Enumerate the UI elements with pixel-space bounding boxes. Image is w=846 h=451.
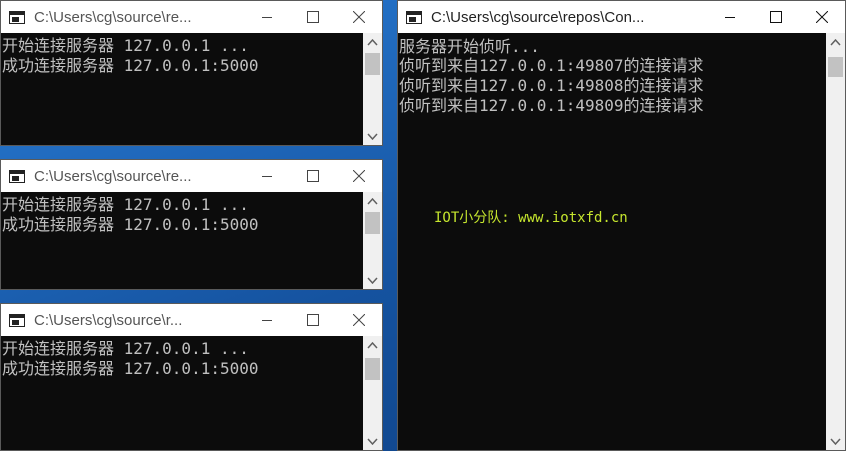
console-line: 侦听到来自127.0.0.1:49808的连接请求 xyxy=(399,76,704,95)
window-title: C:\Users\cg\source\repos\Con... xyxy=(431,8,645,26)
vertical-scrollbar[interactable] xyxy=(363,336,382,450)
vertical-scrollbar[interactable] xyxy=(363,192,382,289)
scrollbar-thumb[interactable] xyxy=(828,57,843,77)
chevron-up-icon xyxy=(830,38,841,46)
maximize-button[interactable] xyxy=(290,304,336,336)
minimize-icon xyxy=(262,320,272,321)
vertical-scrollbar[interactable] xyxy=(363,33,382,145)
title-bar[interactable]: C:\Users\cg\source\re... xyxy=(1,160,382,192)
maximize-icon xyxy=(307,11,319,23)
minimize-icon xyxy=(262,176,272,177)
scroll-down-button[interactable] xyxy=(363,127,382,145)
console-line: 成功连接服务器 127.0.0.1:5000 xyxy=(2,359,259,378)
close-icon xyxy=(353,11,365,23)
console-line: 侦听到来自127.0.0.1:49809的连接请求 xyxy=(399,96,704,115)
close-icon xyxy=(353,314,365,326)
client-console-window-3[interactable]: C:\Users\cg\source\r... 开始连接服务器 127.0.0.… xyxy=(0,303,383,451)
watermark-text: IOT小分队: www.iotxfd.cn xyxy=(434,210,628,226)
window-title: C:\Users\cg\source\r... xyxy=(34,311,183,329)
console-app-icon xyxy=(9,169,25,183)
console-line: 成功连接服务器 127.0.0.1:5000 xyxy=(2,215,259,234)
chevron-down-icon xyxy=(367,132,378,140)
minimize-button[interactable] xyxy=(707,1,753,33)
title-bar[interactable]: C:\Users\cg\source\repos\Con... xyxy=(398,1,845,33)
minimize-icon xyxy=(725,17,735,18)
maximize-icon xyxy=(770,11,782,23)
client-console-window-2[interactable]: C:\Users\cg\source\re... 开始连接服务器 127.0.0… xyxy=(0,159,383,290)
chevron-down-icon xyxy=(367,437,378,445)
chevron-down-icon xyxy=(367,276,378,284)
minimize-button[interactable] xyxy=(244,1,290,33)
chevron-down-icon xyxy=(830,437,841,445)
console-app-icon xyxy=(406,10,422,24)
close-icon xyxy=(816,11,828,23)
console-app-icon xyxy=(9,10,25,24)
console-output[interactable]: 服务器开始侦听... 侦听到来自127.0.0.1:49807的连接请求 侦听到… xyxy=(398,33,826,450)
maximize-icon xyxy=(307,170,319,182)
close-button[interactable] xyxy=(799,1,845,33)
maximize-button[interactable] xyxy=(753,1,799,33)
maximize-button[interactable] xyxy=(290,1,336,33)
minimize-button[interactable] xyxy=(244,160,290,192)
title-bar[interactable]: C:\Users\cg\source\re... xyxy=(1,1,382,33)
close-button[interactable] xyxy=(336,160,382,192)
scrollbar-thumb[interactable] xyxy=(365,212,380,234)
client-console-window-1[interactable]: C:\Users\cg\source\re... 开始连接服务器 127.0.0… xyxy=(0,0,383,146)
minimize-button[interactable] xyxy=(244,304,290,336)
scrollbar-thumb[interactable] xyxy=(365,53,380,75)
console-app-icon xyxy=(9,313,25,327)
window-title: C:\Users\cg\source\re... xyxy=(34,8,192,26)
scroll-down-button[interactable] xyxy=(363,432,382,450)
console-output[interactable]: 开始连接服务器 127.0.0.1 ... 成功连接服务器 127.0.0.1:… xyxy=(1,33,363,145)
console-line: 开始连接服务器 127.0.0.1 ... xyxy=(2,339,249,358)
close-button[interactable] xyxy=(336,304,382,336)
scroll-down-button[interactable] xyxy=(363,271,382,289)
close-button[interactable] xyxy=(336,1,382,33)
console-output[interactable]: 开始连接服务器 127.0.0.1 ... 成功连接服务器 127.0.0.1:… xyxy=(1,192,363,289)
console-line: 成功连接服务器 127.0.0.1:5000 xyxy=(2,56,259,75)
vertical-scrollbar[interactable] xyxy=(826,33,845,450)
scroll-up-button[interactable] xyxy=(363,192,382,210)
title-bar[interactable]: C:\Users\cg\source\r... xyxy=(1,304,382,336)
window-title: C:\Users\cg\source\re... xyxy=(34,167,192,185)
chevron-up-icon xyxy=(367,38,378,46)
scroll-down-button[interactable] xyxy=(826,432,845,450)
console-output[interactable]: 开始连接服务器 127.0.0.1 ... 成功连接服务器 127.0.0.1:… xyxy=(1,336,363,450)
scroll-up-button[interactable] xyxy=(363,33,382,51)
scroll-up-button[interactable] xyxy=(363,336,382,354)
server-console-window[interactable]: C:\Users\cg\source\repos\Con... 服务器开始侦听.… xyxy=(397,0,846,451)
console-line: 服务器开始侦听... xyxy=(399,37,540,56)
minimize-icon xyxy=(262,17,272,18)
console-line: 侦听到来自127.0.0.1:49807的连接请求 xyxy=(399,56,704,75)
chevron-up-icon xyxy=(367,197,378,205)
console-line: 开始连接服务器 127.0.0.1 ... xyxy=(2,36,249,55)
scroll-up-button[interactable] xyxy=(826,33,845,51)
chevron-up-icon xyxy=(367,341,378,349)
close-icon xyxy=(353,170,365,182)
scrollbar-thumb[interactable] xyxy=(365,358,380,380)
maximize-button[interactable] xyxy=(290,160,336,192)
maximize-icon xyxy=(307,314,319,326)
console-line: 开始连接服务器 127.0.0.1 ... xyxy=(2,195,249,214)
